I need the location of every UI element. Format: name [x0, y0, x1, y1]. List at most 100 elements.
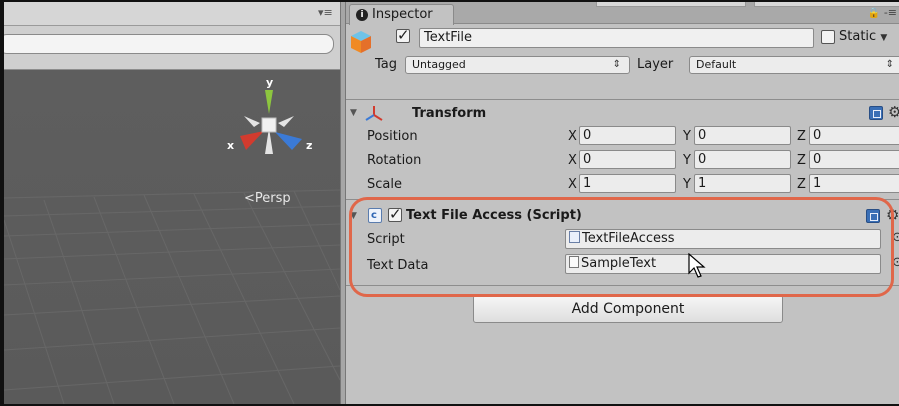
axis-y-label[interactable]: Y — [683, 129, 691, 144]
scale-z-field[interactable]: 1 — [809, 174, 899, 193]
static-label-text: Static — [839, 29, 877, 44]
axis-z-label[interactable]: Z — [797, 129, 806, 144]
tag-value: Untagged — [412, 58, 466, 71]
scale-x-field[interactable]: 1 — [579, 174, 676, 193]
foldout-arrow-icon[interactable]: ▼ — [350, 211, 357, 221]
position-z-value: 0 — [813, 128, 822, 143]
rotation-x-value: 0 — [583, 152, 592, 167]
gizmo-neg-z-cone — [244, 116, 260, 127]
rotation-x-field[interactable]: 0 — [579, 150, 676, 169]
axis-y-label[interactable]: Y — [683, 153, 691, 168]
script-file-icon: c — [368, 208, 382, 223]
transform-icon — [365, 106, 383, 121]
scene-toolbar: ▾≡ — [4, 2, 340, 26]
axis-x-label[interactable]: X — [568, 129, 577, 144]
gizmo-center-cube[interactable] — [261, 117, 277, 133]
scene-canvas[interactable]: y x z <Persp — [4, 70, 340, 404]
static-checkbox[interactable] — [821, 30, 835, 44]
gameobject-cube-icon — [351, 31, 371, 53]
orientation-gizmo[interactable]: y x z — [220, 76, 330, 176]
rotation-label: Rotation — [367, 153, 422, 168]
position-label: Position — [367, 129, 418, 144]
csharp-script-icon — [569, 231, 580, 243]
layer-label: Layer — [637, 57, 674, 72]
object-picker-icon[interactable]: ⊙ — [892, 255, 899, 270]
section-separator — [346, 285, 899, 286]
add-component-button[interactable]: Add Component — [473, 295, 783, 323]
text-asset-icon — [569, 256, 579, 268]
position-y-field[interactable]: 0 — [694, 126, 791, 145]
gizmo-x-label: x — [227, 139, 234, 152]
script-component-title[interactable]: Text File Access (Script) — [406, 208, 582, 223]
scale-y-field[interactable]: 1 — [694, 174, 791, 193]
gizmo-y-label: y — [266, 76, 273, 89]
gizmo-z-label: z — [306, 139, 312, 152]
gizmo-neg-x-cone — [278, 116, 294, 127]
updown-arrow-icon: ⇕ — [885, 59, 894, 70]
unity-editor-window: ▾≡ y x z <Persp i Inspector 🔒 -≡ ✓ TextF… — [0, 0, 899, 406]
section-separator — [346, 99, 899, 100]
gizmo-y-cone[interactable] — [265, 90, 273, 114]
script-object-value: TextFileAccess — [582, 231, 675, 246]
pane-menu-icon[interactable]: -≡ — [884, 6, 897, 19]
layer-value: Default — [696, 58, 737, 71]
object-picker-icon[interactable]: ⊙ — [892, 230, 899, 245]
foldout-arrow-icon[interactable]: ▼ — [350, 108, 357, 118]
checkmark-icon: ✓ — [397, 26, 410, 44]
tab-inspector-label: Inspector — [372, 7, 433, 22]
tag-dropdown[interactable]: Untagged ⇕ — [405, 56, 630, 74]
rotation-y-value: 0 — [698, 152, 707, 167]
scale-z-value: 1 — [813, 176, 822, 191]
scale-y-value: 1 — [698, 176, 707, 191]
scene-search-input[interactable] — [4, 34, 334, 54]
gameobject-name-field[interactable]: TextFile — [419, 28, 814, 48]
script-object-field[interactable]: TextFileAccess — [565, 229, 881, 249]
static-label: Static ▼ — [839, 29, 887, 44]
gameobject-name-value: TextFile — [424, 30, 473, 45]
gear-icon[interactable]: ⚙ — [888, 105, 899, 120]
gameobject-header: ✓ TextFile Static ▼ Tag Untagged ⇕ Layer … — [346, 24, 899, 98]
gameobject-active-checkbox[interactable]: ✓ — [396, 26, 410, 44]
axis-y-label[interactable]: Y — [683, 177, 691, 192]
inspector-tab-bar: i Inspector 🔒 -≡ — [346, 2, 899, 25]
adjacent-tab-sliver — [596, 2, 746, 7]
gizmo-z-cone[interactable] — [275, 132, 302, 150]
axis-x-label[interactable]: X — [568, 153, 577, 168]
info-icon: i — [356, 9, 368, 21]
scale-label: Scale — [367, 177, 402, 192]
text-data-object-value: SampleText — [581, 256, 657, 271]
axis-z-label[interactable]: Z — [797, 153, 806, 168]
gizmo-x-cone[interactable] — [240, 131, 264, 150]
inspector-tab-controls: 🔒 -≡ — [868, 6, 897, 19]
rotation-z-field[interactable]: 0 — [809, 150, 899, 169]
gear-icon[interactable]: ⚙ — [886, 208, 899, 223]
section-separator — [346, 199, 899, 200]
axis-x-label[interactable]: X — [568, 177, 577, 192]
checkmark-icon: ✓ — [389, 205, 402, 223]
position-x-value: 0 — [583, 128, 592, 143]
transform-title[interactable]: Transform — [412, 106, 486, 121]
persp-label[interactable]: <Persp — [244, 191, 291, 206]
tab-inspector[interactable]: i Inspector — [349, 4, 454, 25]
position-z-field[interactable]: 0 — [809, 126, 899, 145]
script-enabled-checkbox[interactable]: ✓ — [388, 205, 402, 223]
lock-icon[interactable]: 🔒 — [868, 8, 880, 19]
axis-z-label[interactable]: Z — [797, 177, 806, 192]
rotation-y-field[interactable]: 0 — [694, 150, 791, 169]
text-data-label: Text Data — [367, 258, 429, 273]
help-book-icon[interactable] — [869, 106, 883, 120]
scene-view[interactable]: ▾≡ y x z <Persp — [4, 2, 340, 404]
help-book-icon[interactable] — [866, 209, 880, 223]
rotation-z-value: 0 — [813, 152, 822, 167]
updown-arrow-icon: ⇕ — [612, 59, 621, 70]
persp-arrow-icon: < — [244, 191, 255, 206]
inspector-panel: i Inspector 🔒 -≡ ✓ TextFile Static ▼ Tag … — [346, 2, 899, 404]
chevron-down-icon[interactable]: ▼ — [880, 33, 887, 43]
script-label: Script — [367, 232, 405, 247]
text-data-object-field[interactable]: SampleText — [565, 254, 881, 274]
pane-menu-icon[interactable]: ▾≡ — [318, 7, 333, 19]
layer-dropdown[interactable]: Default ⇕ — [689, 56, 899, 74]
position-x-field[interactable]: 0 — [579, 126, 676, 145]
persp-text: Persp — [254, 191, 291, 206]
scale-x-value: 1 — [583, 176, 592, 191]
